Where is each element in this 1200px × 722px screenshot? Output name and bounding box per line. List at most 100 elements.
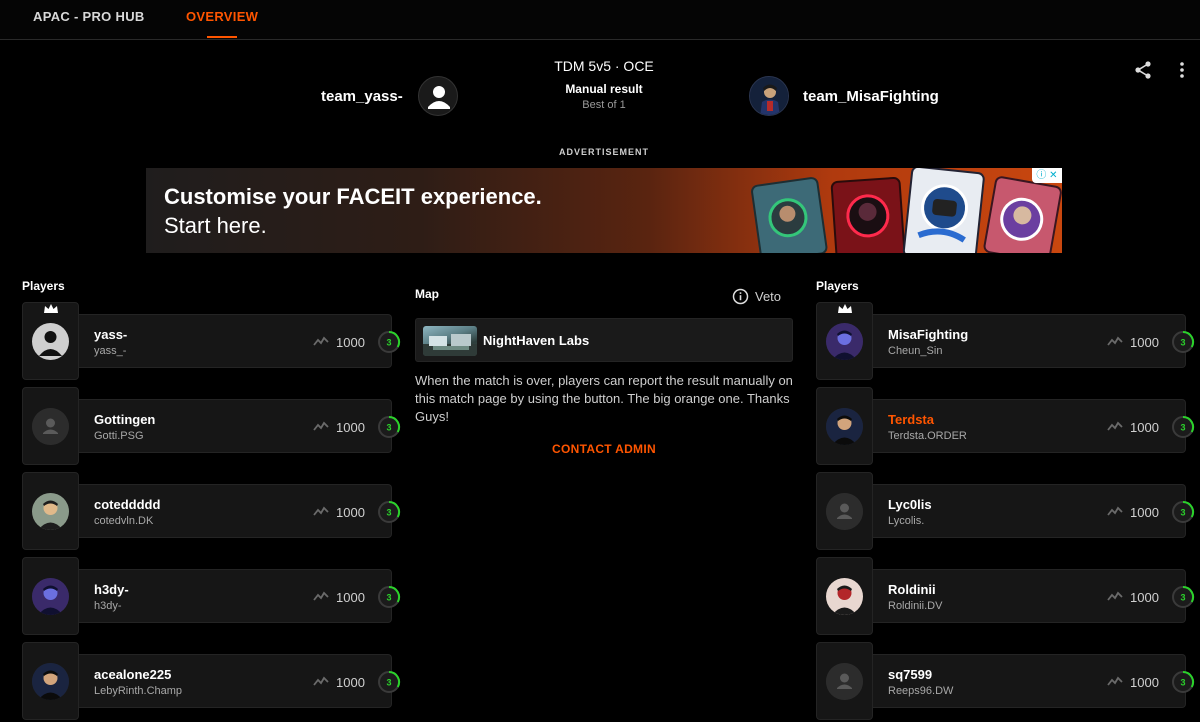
player-game-id: Terdsta.ORDER — [888, 430, 967, 442]
player-card[interactable]: acealone225 LebyRinth.Champ 1000 3 — [79, 654, 401, 708]
player-elo: 1000 — [1130, 675, 1159, 690]
tab-overview[interactable]: OVERVIEW — [186, 0, 258, 40]
skill-level-icon: 3 — [1171, 415, 1195, 439]
player-row[interactable]: acealone225 LebyRinth.Champ 1000 3 — [22, 642, 401, 720]
skill-level-icon: 3 — [377, 330, 401, 354]
advertisement-label: ADVERTISEMENT — [558, 147, 649, 157]
advertisement-banner[interactable]: Customise your FACEIT experience. Start … — [146, 168, 1062, 253]
player-avatar-box — [22, 472, 79, 550]
trend-icon — [313, 336, 329, 346]
player-game-id: Lycolis. — [888, 515, 925, 527]
player-game-id: h3dy- — [94, 600, 122, 612]
team-right-avatar[interactable] — [749, 76, 789, 116]
player-name[interactable]: Terdsta — [888, 412, 934, 427]
player-avatar[interactable] — [32, 323, 69, 360]
player-game-id: cotedvln.DK — [94, 515, 154, 527]
skill-level-value: 3 — [1180, 508, 1185, 518]
skill-level-value: 3 — [1180, 593, 1185, 603]
player-elo: 1000 — [336, 335, 365, 350]
player-elo: 1000 — [1130, 505, 1159, 520]
skill-level-value: 3 — [386, 423, 391, 433]
left-players-title: Players — [22, 279, 65, 293]
crown-icon — [44, 304, 58, 313]
player-name[interactable]: yass- — [94, 327, 127, 342]
trend-icon — [313, 591, 329, 601]
player-row[interactable]: Lyc0lis Lycolis. 1000 3 — [816, 472, 1195, 550]
player-row[interactable]: MisaFighting Cheun_Sin 1000 3 — [816, 302, 1195, 380]
player-card[interactable]: Roldinii Roldinii.DV 1000 3 — [873, 569, 1195, 623]
player-avatar[interactable] — [32, 493, 69, 530]
map-name: NightHaven Labs — [483, 333, 590, 348]
ad-headline: Customise your FACEIT experience. — [164, 184, 542, 209]
skill-level-value: 3 — [1180, 338, 1185, 348]
player-avatar-box — [22, 557, 79, 635]
skill-level-icon: 3 — [1171, 585, 1195, 609]
player-row[interactable]: yass-yass_- 1000 3 — [22, 302, 401, 380]
match-info-text: When the match is over, players can repo… — [415, 373, 793, 424]
skill-level-icon: 3 — [1171, 330, 1195, 354]
player-avatar-box — [22, 642, 79, 720]
player-row[interactable]: sq7599 Reeps96.DW 1000 3 — [816, 642, 1195, 720]
player-name[interactable]: Lyc0lis — [888, 497, 932, 512]
player-avatar[interactable] — [32, 408, 69, 445]
player-avatar[interactable] — [32, 578, 69, 615]
player-row[interactable]: Roldinii Roldinii.DV 1000 3 — [816, 557, 1195, 635]
active-tab-indicator — [207, 36, 237, 38]
player-avatar[interactable] — [826, 323, 863, 360]
player-name[interactable]: Roldinii — [888, 582, 936, 597]
trend-icon — [1107, 421, 1123, 431]
trend-icon — [1107, 506, 1123, 516]
player-card[interactable]: sq7599 Reeps96.DW 1000 3 — [873, 654, 1195, 708]
player-name[interactable]: h3dy- — [94, 582, 129, 597]
player-avatar-box — [816, 642, 873, 720]
match-title: TDM 5v5 · OCE — [554, 58, 654, 74]
skill-level-icon: 3 — [1171, 670, 1195, 694]
player-avatar[interactable] — [826, 578, 863, 615]
contact-admin-button[interactable]: CONTACT ADMIN — [0, 442, 1200, 456]
team-right-name[interactable]: team_MisaFighting — [803, 88, 939, 105]
player-name[interactable]: Gottingen — [94, 412, 155, 427]
skill-level-value: 3 — [386, 678, 391, 688]
player-avatar[interactable] — [32, 663, 69, 700]
player-card[interactable]: Lyc0lis Lycolis. 1000 3 — [873, 484, 1195, 538]
trend-icon — [313, 676, 329, 686]
map-section-title: Map — [415, 287, 439, 301]
player-name[interactable]: sq7599 — [888, 667, 932, 682]
player-card[interactable]: yass-yass_- 1000 3 — [79, 314, 401, 368]
player-game-id: Reeps96.DW — [888, 685, 954, 697]
player-elo: 1000 — [1130, 420, 1159, 435]
tab-apac-pro-hub[interactable]: APAC - PRO HUB — [33, 0, 145, 40]
player-row[interactable]: coteddddd cotedvln.DK 1000 3 — [22, 472, 401, 550]
player-avatar[interactable] — [826, 663, 863, 700]
more-vertical-icon[interactable] — [1175, 60, 1189, 80]
skill-level-value: 3 — [386, 593, 391, 603]
player-avatar[interactable] — [826, 493, 863, 530]
player-name[interactable]: MisaFighting — [888, 327, 968, 342]
skill-level-value: 3 — [1180, 678, 1185, 688]
veto-label: Veto — [755, 289, 782, 304]
trend-icon — [1107, 591, 1123, 601]
player-elo: 1000 — [336, 590, 365, 605]
player-card[interactable]: h3dy-h3dy- 1000 3 — [79, 569, 401, 623]
player-row[interactable]: h3dy-h3dy- 1000 3 — [22, 557, 401, 635]
player-card[interactable]: MisaFighting Cheun_Sin 1000 3 — [873, 314, 1195, 368]
trend-icon — [313, 506, 329, 516]
team-right-avatar-image — [750, 77, 788, 115]
player-elo: 1000 — [1130, 590, 1159, 605]
ad-close-icon[interactable]: ⓘ ✕ — [1032, 168, 1062, 183]
player-avatar-box — [816, 302, 873, 380]
player-avatar[interactable] — [826, 408, 863, 445]
player-name[interactable]: acealone225 — [94, 667, 171, 682]
share-icon[interactable] — [1133, 60, 1153, 80]
player-game-id: Gotti.PSG — [94, 430, 144, 442]
player-game-id: LebyRinth.Champ — [94, 685, 183, 697]
player-avatar-box — [22, 302, 79, 380]
player-elo: 1000 — [336, 505, 365, 520]
ad-subline: Start here. — [164, 213, 267, 238]
match-result-type: Manual result — [565, 82, 643, 96]
player-name[interactable]: coteddddd — [94, 497, 160, 512]
map-card[interactable]: NightHaven Labs — [415, 318, 793, 362]
player-card[interactable]: coteddddd cotedvln.DK 1000 3 — [79, 484, 401, 538]
skill-level-icon: 3 — [377, 500, 401, 524]
ad-artwork-cards — [751, 168, 1062, 253]
